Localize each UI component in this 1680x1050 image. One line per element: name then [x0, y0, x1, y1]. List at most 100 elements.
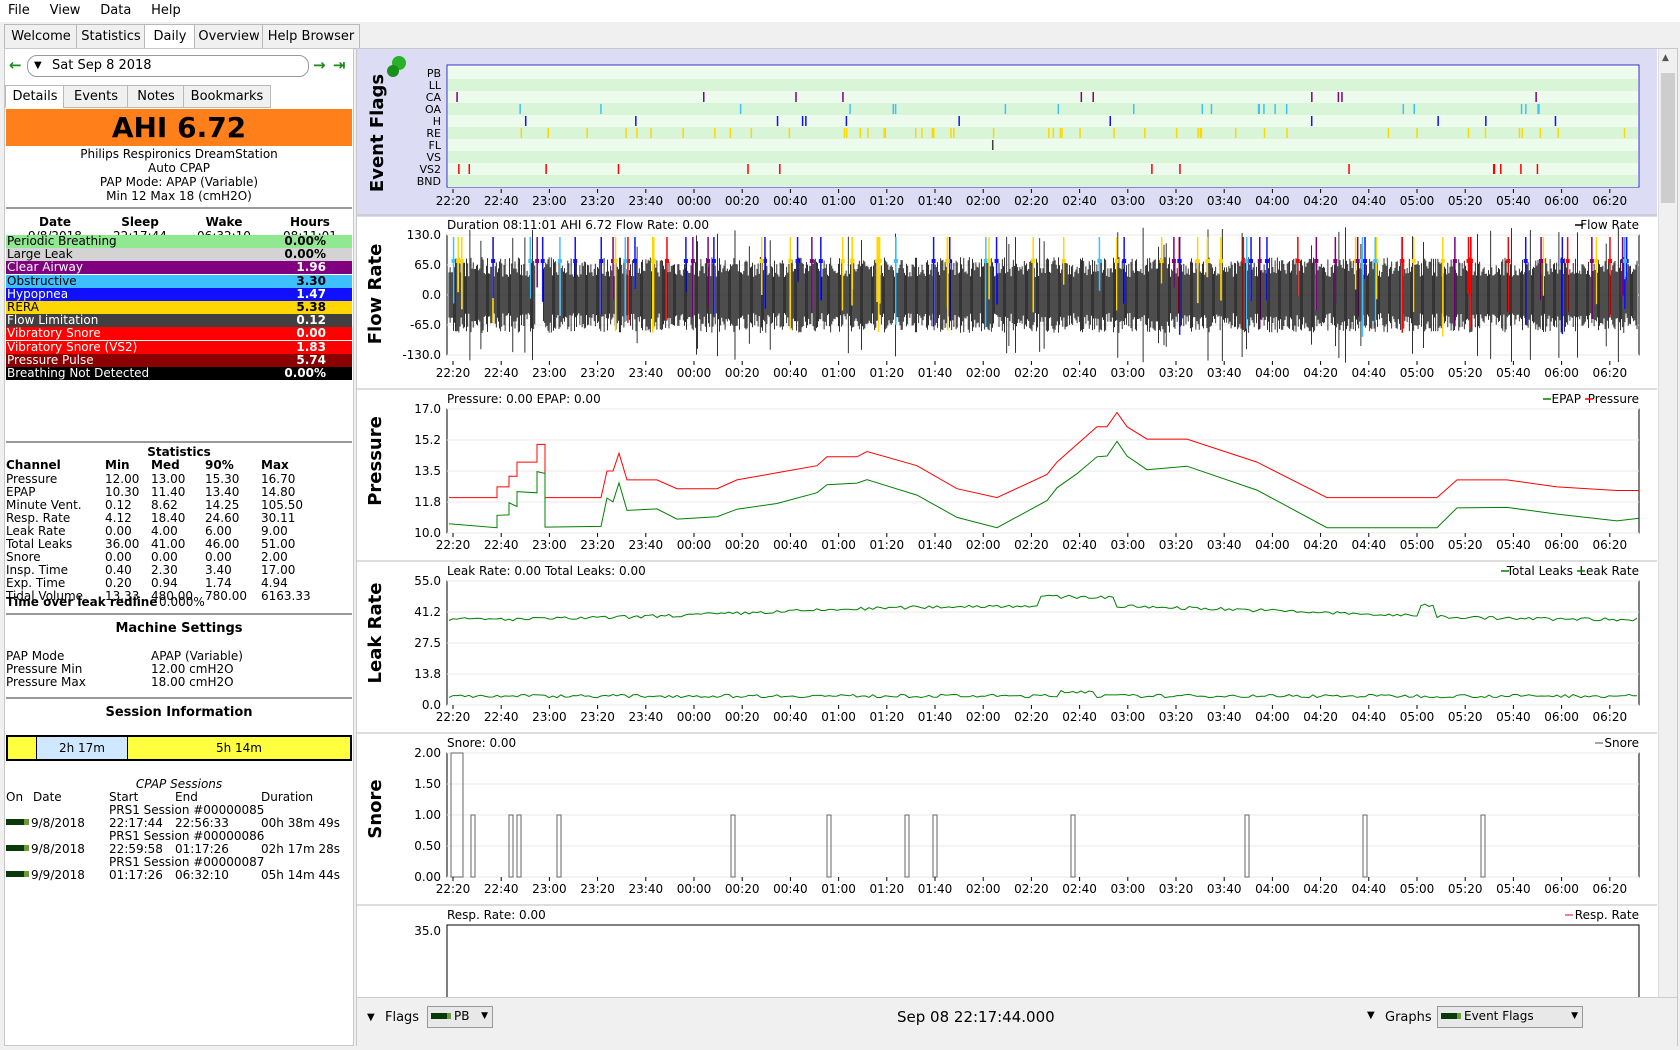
flow-event-marker — [451, 259, 456, 263]
tab-notes[interactable]: Notes — [127, 85, 185, 108]
stats-cell: 10.30 — [105, 485, 140, 499]
x-tick-label: 03:20 — [1159, 538, 1194, 552]
menu-help[interactable]: Help — [143, 0, 189, 18]
tab-overview[interactable]: Overview — [194, 24, 264, 49]
setting-name: Pressure Min — [6, 662, 83, 676]
flow-event-marker — [788, 259, 793, 263]
x-tick-label: 05:20 — [1448, 538, 1483, 552]
x-tick-label: 05:40 — [1496, 538, 1531, 552]
x-tick-label: 23:00 — [532, 538, 567, 552]
x-tick-label: 22:40 — [484, 366, 519, 380]
event-index-row[interactable]: Periodic Breathing 0.00% — [6, 235, 352, 248]
prev-day-icon[interactable]: ← — [9, 57, 22, 73]
x-tick-label: 03:00 — [1111, 882, 1146, 896]
x-tick-label: 22:20 — [436, 882, 471, 896]
event-index-row[interactable]: Large Leak 0.00% — [6, 247, 352, 262]
graphs-label[interactable]: Graphs — [1385, 1010, 1432, 1025]
x-tick-label: 03:20 — [1159, 194, 1194, 208]
graph-swatch — [1441, 1013, 1461, 1019]
flow-event-marker — [1314, 259, 1319, 263]
legend-label: Flow Rate — [1580, 218, 1639, 232]
x-tick-label: 01:00 — [821, 366, 856, 380]
session-toggle[interactable] — [6, 819, 29, 825]
flow-event-marker — [840, 259, 845, 263]
flow-event-marker — [1257, 259, 1262, 263]
graphs-scrollbar[interactable]: ▲ — [1658, 49, 1677, 997]
summary-hours-header: Hours — [290, 215, 330, 229]
event-index-row[interactable]: Hypopnea 1.47 — [6, 287, 352, 301]
flow-event-marker — [945, 259, 950, 263]
tab-statistics[interactable]: Statistics — [76, 24, 146, 49]
stats-cell: Pressure — [6, 472, 58, 486]
next-day-icon[interactable]: → — [313, 57, 326, 73]
graphs-chevron-icon[interactable]: ▼ — [1367, 1010, 1375, 1021]
x-tick-label: 04:20 — [1303, 366, 1338, 380]
event-index-row[interactable]: Vibratory Snore 0.00 — [6, 327, 352, 341]
event-index-name: Flow Limitation — [7, 313, 99, 328]
menu-file[interactable]: File — [0, 0, 38, 18]
scroll-up-icon[interactable]: ▲ — [1662, 53, 1669, 63]
flow-event-marker — [1244, 259, 1249, 263]
tab-bookmarks[interactable]: Bookmarks — [183, 85, 271, 108]
flow-event-marker — [875, 259, 880, 263]
flags-label[interactable]: Flags — [385, 1010, 419, 1025]
x-tick-label: 04:40 — [1352, 538, 1387, 552]
event-index-row[interactable]: Clear Airway 1.96 — [6, 261, 352, 275]
summary-wake-header: Wake — [205, 215, 243, 229]
x-tick-label: 02:00 — [966, 710, 1001, 724]
x-tick-label: 04:00 — [1255, 366, 1290, 380]
flow-event-marker — [1295, 259, 1300, 263]
charts-canvas[interactable]: Event FlagsPBLLCAOAHREFLVSVS2BND22:20 22:… — [357, 49, 1657, 997]
x-tick-label: 03:00 — [1111, 194, 1146, 208]
tab-details[interactable]: Details — [5, 85, 65, 108]
stats-cell: 3.40 — [205, 563, 232, 577]
session-info-title: Session Information — [105, 705, 253, 720]
event-index-row[interactable]: RERA 5.38 — [6, 301, 352, 314]
plot-area[interactable] — [446, 924, 1640, 997]
x-tick-label: 23:00 — [532, 194, 567, 208]
divider — [6, 207, 352, 209]
tab-welcome[interactable]: Welcome — [4, 24, 78, 49]
flow-event-marker — [1177, 259, 1182, 263]
session-toggle[interactable] — [6, 845, 29, 851]
flow-event-marker — [459, 259, 464, 263]
flags-chevron-icon[interactable]: ▼ — [367, 1012, 375, 1023]
session-toggle[interactable] — [6, 871, 29, 877]
x-tick-label: 05:00 — [1400, 366, 1435, 380]
tab-daily[interactable]: Daily — [144, 24, 196, 50]
chevron-down-icon: ▼ — [34, 60, 42, 71]
y-tick-label: 1.50 — [414, 777, 441, 791]
flow-event-marker — [1159, 259, 1164, 263]
sessions-col-on: On — [6, 790, 24, 804]
tab-events[interactable]: Events — [63, 85, 129, 108]
session-segment[interactable]: 5h 14m — [128, 737, 350, 759]
event-index-row[interactable]: Obstructive 3.30 — [6, 274, 352, 288]
event-index-row[interactable]: Pressure Pulse 5.74 — [6, 353, 352, 367]
event-index-name: Large Leak — [7, 247, 73, 262]
event-index-row[interactable]: Flow Limitation 0.12 — [6, 313, 352, 328]
menu-view[interactable]: View — [42, 0, 89, 18]
divider — [6, 697, 352, 699]
x-tick-label: 01:20 — [870, 366, 905, 380]
date-picker[interactable]: ▼ Sat Sep 8 2018 — [27, 55, 309, 77]
event-index-row[interactable]: Vibratory Snore (VS2) 1.83 — [6, 340, 352, 354]
stats-cell: Insp. Time — [6, 563, 69, 577]
stats-cell: 36.00 — [105, 537, 140, 551]
x-tick-label: 03:40 — [1207, 366, 1242, 380]
chart-header: Resp. Rate: 0.00 — [447, 908, 546, 922]
stats-cell: 41.00 — [151, 537, 186, 551]
x-tick-label: 01:20 — [870, 538, 905, 552]
flow-event-marker — [1333, 259, 1338, 263]
tab-help-browser[interactable]: Help Browser — [262, 24, 360, 49]
session-segment[interactable]: 2h 17m — [36, 737, 128, 759]
x-tick-label: 03:20 — [1159, 366, 1194, 380]
x-tick-label: 04:20 — [1303, 710, 1338, 724]
scrollbar-thumb[interactable] — [1661, 73, 1675, 203]
event-index-row[interactable]: Breathing Not Detected 0.00% — [6, 367, 352, 380]
menu-data[interactable]: Data — [92, 0, 139, 18]
flags-select[interactable]: PB ▼ — [427, 1006, 493, 1028]
x-tick-label: 05:20 — [1448, 194, 1483, 208]
x-tick-label: 03:20 — [1159, 710, 1194, 724]
last-day-icon[interactable]: ⇥ — [333, 57, 346, 73]
graphs-select[interactable]: Event Flags ▼ — [1437, 1006, 1583, 1028]
